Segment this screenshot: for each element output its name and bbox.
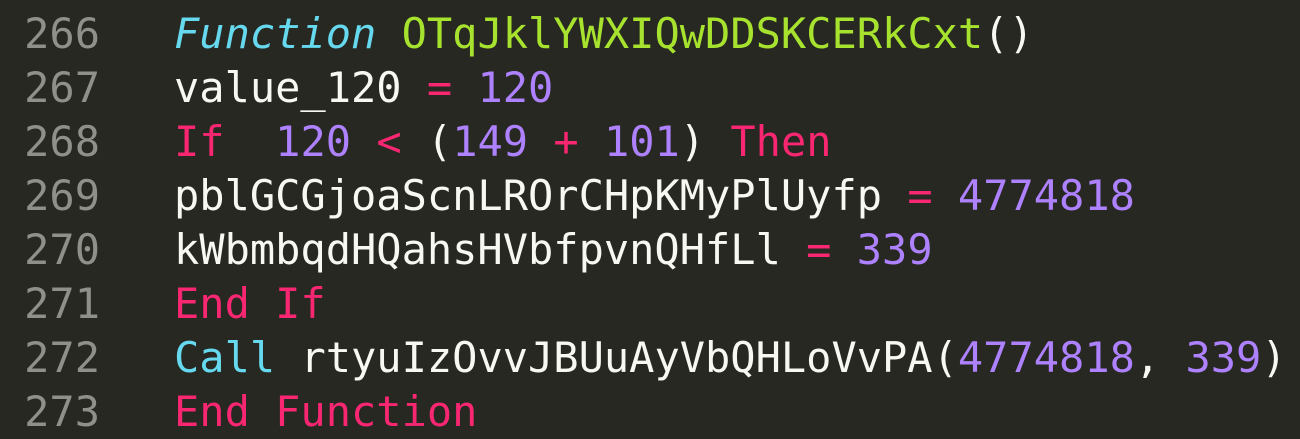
- line-number: 267: [24, 62, 100, 112]
- code-token: (): [983, 8, 1034, 58]
- line-number: 266: [24, 8, 100, 58]
- line-number: 270: [24, 224, 100, 274]
- code-token: =: [426, 62, 453, 112]
- code-text[interactable]: value_120 = 120: [174, 63, 553, 112]
- code-token: Function: [174, 8, 377, 58]
- code-line[interactable]: 270 kWbmbqdHQahsHVbfpvnQHfLl = 339: [0, 222, 1300, 276]
- code-token: kWbmbqdHQahsHVbfpvnQHfLl: [174, 224, 807, 274]
- line-number: 272: [24, 332, 100, 382]
- code-text[interactable]: End If: [174, 279, 326, 328]
- code-token: +: [553, 116, 579, 166]
- code-token: If: [174, 116, 225, 166]
- code-token: OTqJklYWXIQwDDSKCERkCxt: [401, 8, 984, 58]
- code-token: rtyuIzOvvJBUuAyVbQHLoVvPA(: [275, 332, 958, 382]
- code-token: 120: [477, 62, 554, 112]
- code-token: Then: [730, 116, 832, 166]
- line-number: 273: [24, 386, 100, 436]
- code-token: End Function: [174, 386, 478, 436]
- code-token: 4774818: [957, 332, 1135, 382]
- code-token: 149: [452, 116, 529, 166]
- code-line[interactable]: 268 If 120 < (149 + 101) Then: [0, 114, 1300, 168]
- code-token: 339: [856, 224, 933, 274]
- code-token: ,: [1134, 332, 1186, 382]
- line-number: 269: [24, 170, 100, 220]
- code-token: Call: [174, 332, 276, 382]
- code-token: ): [1261, 332, 1287, 382]
- code-token: (: [401, 116, 453, 166]
- code-text[interactable]: pblGCGjoaScnLROrCHpKMyPlUyfp = 4774818: [174, 171, 1135, 220]
- code-editor[interactable]: 266 Function OTqJklYWXIQwDDSKCERkCxt() 267…: [0, 0, 1300, 439]
- code-line[interactable]: 266 Function OTqJklYWXIQwDDSKCERkCxt(): [0, 6, 1300, 60]
- code-text[interactable]: If 120 < (149 + 101) Then: [174, 117, 832, 166]
- code-text[interactable]: Call rtyuIzOvvJBUuAyVbQHLoVvPA(4774818, …: [174, 333, 1287, 382]
- code-line[interactable]: 267 value_120 = 120: [0, 60, 1300, 114]
- line-number: 271: [24, 278, 100, 328]
- code-token: =: [806, 224, 832, 274]
- code-token: End If: [174, 278, 326, 328]
- code-line[interactable]: 273 End Function: [0, 384, 1300, 438]
- code-token: =: [907, 170, 933, 220]
- code-token: 4774818: [957, 170, 1135, 220]
- code-text[interactable]: kWbmbqdHQahsHVbfpvnQHfLl = 339: [174, 225, 933, 274]
- code-token: 339: [1185, 332, 1262, 382]
- code-token: ): [679, 116, 731, 166]
- code-token: value_120: [174, 62, 427, 112]
- code-token: 101: [603, 116, 680, 166]
- code-text[interactable]: End Function: [174, 387, 477, 436]
- code-line[interactable]: 269 pblGCGjoaScnLROrCHpKMyPlUyfp = 477481…: [0, 168, 1300, 222]
- code-token: <: [376, 116, 402, 166]
- code-token: pblGCGjoaScnLROrCHpKMyPlUyfp: [174, 170, 908, 220]
- code-line[interactable]: 271 End If: [0, 276, 1300, 330]
- line-number: 268: [24, 116, 100, 166]
- code-line[interactable]: 272 Call rtyuIzOvvJBUuAyVbQHLoVvPA(477481…: [0, 330, 1300, 384]
- code-text[interactable]: Function OTqJklYWXIQwDDSKCERkCxt(): [174, 9, 1034, 58]
- code-token: 120: [275, 116, 352, 166]
